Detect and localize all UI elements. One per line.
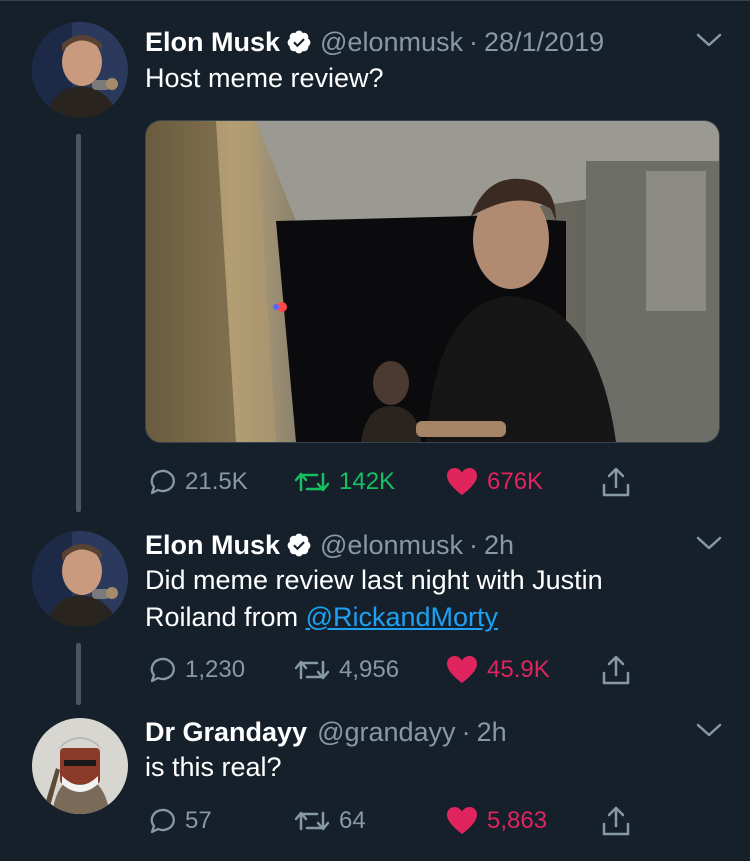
like-count: 676K xyxy=(487,468,544,495)
tweet-text-line: Did meme review last night with Justin xyxy=(145,565,603,595)
retweet-icon xyxy=(294,660,330,680)
elon-musk-avatar[interactable] xyxy=(32,531,128,627)
separator-dot: · xyxy=(468,26,478,57)
retweet-button[interactable]: 142K xyxy=(293,462,395,502)
retweet-count: 64 xyxy=(339,807,366,834)
tweet-3[interactable]: Dr Grandayy @grandayy · 2h is this real?… xyxy=(0,712,750,852)
tweet-actions: 1,230 4,956 45.9K xyxy=(145,650,745,690)
user-handle[interactable]: @elonmusk xyxy=(320,530,463,561)
tweet-text-line: Roiland from @RickandMorty xyxy=(145,599,705,636)
retweet-icon xyxy=(294,811,330,831)
reply-count: 21.5K xyxy=(185,468,248,495)
tweet-actions: 21.5K 142K 676K xyxy=(145,462,745,502)
top-divider xyxy=(0,0,750,1)
chevron-down-icon[interactable] xyxy=(694,28,724,52)
heart-icon xyxy=(447,807,477,834)
thread-line xyxy=(76,643,81,705)
reply-count: 57 xyxy=(185,807,212,834)
share-icon xyxy=(602,655,630,685)
verified-badge-icon xyxy=(287,30,311,54)
share-button[interactable] xyxy=(600,462,632,502)
thread-line xyxy=(76,134,81,512)
display-name[interactable]: Dr Grandayy xyxy=(145,717,307,748)
timestamp[interactable]: 2h xyxy=(484,530,514,561)
reply-button[interactable]: 21.5K xyxy=(145,462,248,502)
display-name[interactable]: Elon Musk xyxy=(145,530,280,561)
separator-dot: · xyxy=(461,716,471,747)
tweet-text: is this real? xyxy=(145,752,282,782)
display-name[interactable]: Elon Musk xyxy=(145,27,280,58)
share-icon xyxy=(602,467,630,497)
tweet-text: Did meme review last night with Justin R… xyxy=(145,562,705,636)
chevron-down-icon[interactable] xyxy=(694,531,724,555)
retweet-icon xyxy=(294,472,330,492)
retweet-button[interactable]: 4,956 xyxy=(293,650,399,690)
heart-icon xyxy=(447,468,477,495)
heart-icon xyxy=(447,656,477,683)
share-button[interactable] xyxy=(600,650,632,690)
reply-icon xyxy=(150,469,175,495)
tweet-header: Dr Grandayy @grandayy · 2h xyxy=(145,712,507,752)
tweet-header: Elon Musk @elonmusk · 2h xyxy=(145,525,514,565)
like-count: 5,863 xyxy=(487,807,548,834)
tweet-header: Elon Musk @elonmusk · 28/1/2019 xyxy=(145,22,604,62)
like-count: 45.9K xyxy=(487,656,550,683)
tweet-actions: 57 64 5,863 xyxy=(145,801,745,841)
user-handle[interactable]: @grandayy xyxy=(317,717,455,748)
grandayy-avatar[interactable] xyxy=(32,718,128,814)
share-icon xyxy=(602,806,630,836)
reply-icon xyxy=(150,808,175,834)
reply-count: 1,230 xyxy=(185,656,246,683)
retweet-count: 4,956 xyxy=(339,656,400,683)
separator-dot: · xyxy=(468,529,478,560)
retweet-button[interactable]: 64 xyxy=(293,801,366,841)
like-button[interactable]: 5,863 xyxy=(445,801,547,841)
tweet-2[interactable]: Elon Musk @elonmusk · 2h Did meme review… xyxy=(0,525,750,705)
like-button[interactable]: 45.9K xyxy=(445,650,550,690)
reply-button[interactable]: 1,230 xyxy=(145,650,245,690)
timestamp[interactable]: 28/1/2019 xyxy=(484,27,604,58)
verified-badge-icon xyxy=(287,533,311,557)
retweet-count: 142K xyxy=(339,468,396,495)
reply-button[interactable]: 57 xyxy=(145,801,212,841)
share-button[interactable] xyxy=(600,801,632,841)
chevron-down-icon[interactable] xyxy=(694,718,724,742)
mention-link[interactable]: @RickandMorty xyxy=(306,602,498,632)
tweet-text: Host meme review? xyxy=(145,63,384,93)
tweet-photo[interactable] xyxy=(145,120,720,443)
like-button[interactable]: 676K xyxy=(445,462,543,502)
elon-musk-avatar[interactable] xyxy=(32,22,128,118)
timestamp[interactable]: 2h xyxy=(477,717,507,748)
tweet-text-fragment: Roiland from xyxy=(145,602,306,632)
user-handle[interactable]: @elonmusk xyxy=(320,27,463,58)
tweet-1[interactable]: Elon Musk @elonmusk · 28/1/2019 Host mem… xyxy=(0,22,750,512)
reply-icon xyxy=(150,657,175,683)
